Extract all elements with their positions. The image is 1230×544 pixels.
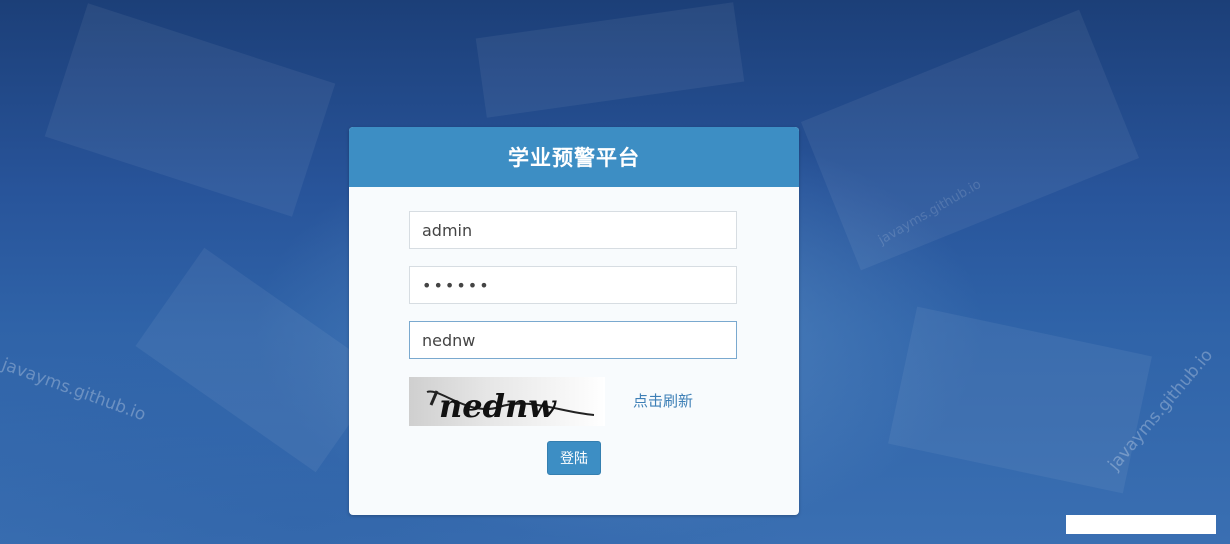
login-header: 学业预警平台	[349, 127, 799, 187]
captcha-input-value: nednw	[422, 330, 476, 350]
captcha-graphic: nednw	[426, 387, 595, 425]
refresh-captcha-link[interactable]: 点击刷新	[633, 390, 693, 411]
captcha-text: nednw	[439, 387, 557, 425]
background-shard	[475, 2, 745, 118]
username-value: admin	[422, 220, 473, 240]
page-title: 学业预警平台	[508, 146, 640, 170]
captcha-image[interactable]: nednw	[409, 377, 605, 426]
background-shard	[44, 3, 336, 217]
white-bar	[1066, 515, 1216, 534]
login-button[interactable]: 登陆	[547, 441, 601, 475]
password-value: ••••••	[422, 275, 491, 295]
captcha-input[interactable]: nednw	[409, 321, 737, 359]
watermark-text: javayms.github.io	[0, 354, 149, 426]
login-panel: 学业预警平台 admin •••••• nednw nednw 点击刷新 登陆	[349, 127, 799, 515]
background-shard	[800, 9, 1140, 271]
username-input[interactable]: admin	[409, 211, 737, 249]
password-input[interactable]: ••••••	[409, 266, 737, 304]
background-shard	[135, 247, 385, 473]
